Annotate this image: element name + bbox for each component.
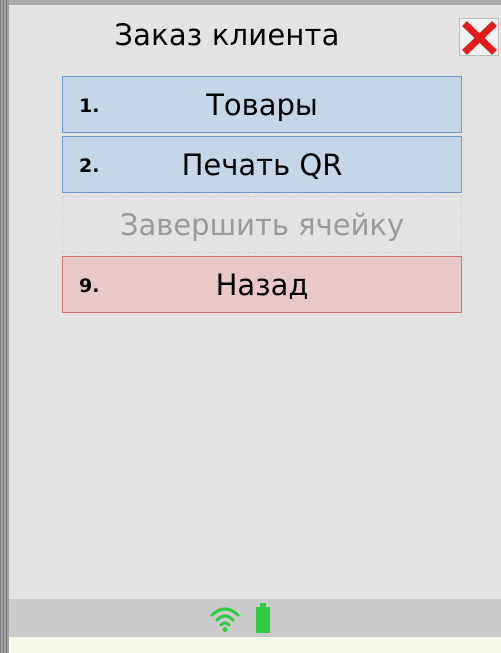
window-title: Заказ клиента [114,18,340,52]
bottom-strip [9,637,501,653]
menu-item-label: Завершить ячейку [119,208,405,242]
menu-item-label: Товары [206,88,318,122]
menu-item-goods[interactable]: 1. Товары [62,76,462,133]
close-button[interactable] [459,18,499,56]
menu-item-finish-cell: Завершить ячейку [62,196,462,253]
menu-item-label: Назад [215,268,309,302]
wifi-icon [210,607,240,632]
app-window: Заказ клиента 1. Товары 2. Печать QR Зав… [0,0,501,653]
battery-icon [256,603,270,633]
left-border [0,0,9,653]
menu-item-print-qr[interactable]: 2. Печать QR [62,136,462,193]
close-icon [462,21,497,55]
menu-list: 1. Товары 2. Печать QR Завершить ячейку … [62,76,462,316]
menu-item-label: Печать QR [181,148,343,182]
title-bar: Заказ клиента [9,0,501,64]
status-bar [9,599,501,637]
menu-item-back[interactable]: 9. Назад [62,256,462,313]
